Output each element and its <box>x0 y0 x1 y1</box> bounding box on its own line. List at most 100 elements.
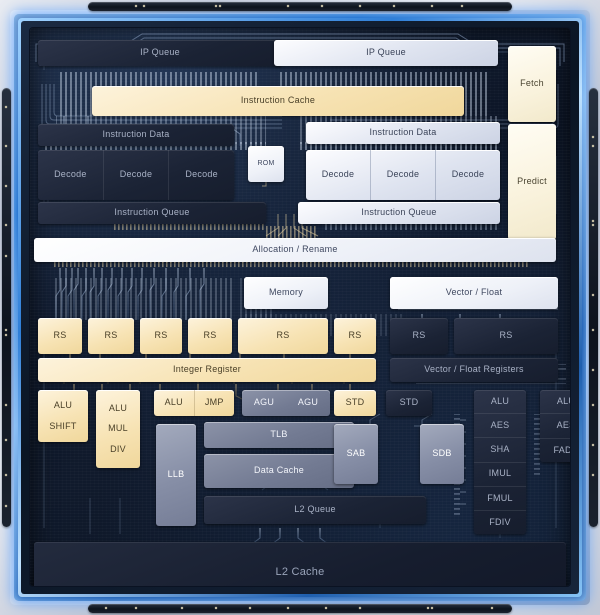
package-pin <box>5 254 7 257</box>
exec-unit-alu[interactable]: ALU <box>154 390 194 416</box>
instruction-data-right[interactable]: Instruction Data <box>306 122 500 144</box>
reservation-station-vec-0[interactable]: RS <box>390 318 448 354</box>
int-exec-port-2[interactable]: ALU JMP <box>154 390 234 416</box>
package-pin <box>592 136 594 139</box>
vec-unit-aes[interactable]: AES <box>540 413 570 437</box>
package-pin <box>393 5 396 7</box>
vector-exec-port-0[interactable]: ALU AES SHA IMUL FMUL FDIV <box>474 390 526 534</box>
vec-unit-aes[interactable]: AES <box>474 413 526 437</box>
package-pin <box>490 607 493 609</box>
exec-unit-shift[interactable]: SHIFT <box>49 421 76 432</box>
data-cache[interactable]: Data Cache <box>204 454 354 488</box>
package-pin <box>592 404 594 407</box>
memory-scheduler-header[interactable]: Memory <box>244 277 328 309</box>
decode-cluster-right[interactable]: Decode Decode Decode <box>306 150 500 200</box>
exec-unit-alu[interactable]: ALU <box>54 400 72 411</box>
package-pin <box>359 5 362 7</box>
microcode-rom[interactable]: ROM <box>248 146 284 182</box>
package-pin <box>325 607 328 609</box>
store-address-buffer[interactable]: SAB <box>334 424 378 484</box>
ip-queue-left[interactable]: IP Queue <box>38 40 282 66</box>
llb-buffer[interactable]: LLB <box>156 424 196 526</box>
reservation-station-int-0[interactable]: RS <box>38 318 82 354</box>
vec-unit-fadd[interactable]: FADD <box>540 437 570 462</box>
decode-unit[interactable]: Decode <box>102 150 169 200</box>
exec-unit-mul[interactable]: MUL <box>108 423 128 434</box>
decode-cluster-left[interactable]: Decode Decode Decode <box>38 150 234 200</box>
package-pin <box>143 5 146 7</box>
package-pin <box>359 607 362 609</box>
vec-unit-alu[interactable]: ALU <box>540 390 570 413</box>
package-pin <box>287 607 290 609</box>
reservation-station-int-1[interactable]: RS <box>88 318 134 354</box>
decode-unit[interactable]: Decode <box>435 150 500 200</box>
package-pin <box>592 329 594 332</box>
package-pin <box>5 404 7 407</box>
package-pin <box>431 607 434 609</box>
decode-unit[interactable]: Decode <box>38 150 103 200</box>
allocation-rename[interactable]: Allocation / Rename <box>34 238 556 262</box>
int-exec-port-1[interactable]: ALU MUL DIV <box>96 390 140 468</box>
ip-queue-right[interactable]: IP Queue <box>274 40 498 66</box>
vec-unit-alu[interactable]: ALU <box>474 390 526 413</box>
package-pin <box>249 607 252 609</box>
std-left[interactable]: STD <box>334 390 376 416</box>
pin-rail-left <box>2 88 11 527</box>
vector-float-scheduler-header[interactable]: Vector / Float <box>390 277 558 309</box>
exec-unit-div[interactable]: DIV <box>110 444 126 455</box>
package-pin <box>5 105 7 108</box>
instruction-queue-left[interactable]: Instruction Queue <box>38 202 266 224</box>
store-data-buffer[interactable]: SDB <box>420 424 464 484</box>
decode-unit[interactable]: Decode <box>370 150 435 200</box>
instruction-queue-right[interactable]: Instruction Queue <box>298 202 500 224</box>
reservation-station-mem-0[interactable]: RS <box>238 318 328 354</box>
package-pin <box>592 474 594 477</box>
l2-queue[interactable]: L2 Queue <box>204 496 426 524</box>
tlb-unit[interactable]: TLB <box>204 422 354 448</box>
package-pin <box>5 145 7 148</box>
vec-unit-sha[interactable]: SHA <box>474 437 526 461</box>
decode-unit[interactable]: Decode <box>168 150 234 200</box>
pin-rail-right <box>589 88 598 527</box>
vec-unit-fmul[interactable]: FMUL <box>474 485 526 510</box>
fetch-unit[interactable]: Fetch <box>508 46 556 122</box>
package-pin <box>592 443 594 446</box>
package-pin <box>5 184 7 187</box>
predict-unit[interactable]: Predict <box>508 124 556 240</box>
reservation-station-int-3[interactable]: RS <box>188 318 232 354</box>
package-pin <box>215 607 218 609</box>
std-right[interactable]: STD <box>386 390 432 416</box>
package-pin <box>134 607 137 609</box>
instruction-cache[interactable]: Instruction Cache <box>92 86 464 116</box>
package-pin <box>592 145 594 148</box>
package-pin <box>592 224 594 227</box>
cpu-die: IP Queue IP Queue Instruction Cache Inst… <box>30 28 570 586</box>
reservation-station-int-2[interactable]: RS <box>140 318 182 354</box>
instruction-data-left[interactable]: Instruction Data <box>38 124 234 146</box>
int-exec-port-0[interactable]: ALU SHIFT <box>38 390 88 442</box>
agu-cluster[interactable]: AGU AGU <box>242 390 330 416</box>
package-pin <box>5 329 7 332</box>
cpu-package: IP Queue IP Queue Instruction Cache Inst… <box>0 0 600 615</box>
decode-unit[interactable]: Decode <box>306 150 370 200</box>
integer-register-file[interactable]: Integer Register <box>38 358 376 382</box>
package-pin <box>592 294 594 297</box>
reservation-station-mem-1[interactable]: RS <box>334 318 376 354</box>
pin-rail-bottom <box>88 604 512 613</box>
vector-float-register-file[interactable]: Vector / Float Registers <box>390 358 558 382</box>
vec-unit-imul[interactable]: IMUL <box>474 461 526 486</box>
exec-unit-alu[interactable]: ALU <box>109 403 127 414</box>
exec-unit-jmp[interactable]: JMP <box>193 390 235 416</box>
l2-cache[interactable]: L2 Cache <box>34 542 566 586</box>
package-pin <box>134 5 137 7</box>
package-pin <box>5 224 7 227</box>
agu-unit-1[interactable]: AGU <box>286 390 330 416</box>
package-pin <box>427 607 430 609</box>
pin-rail-top <box>88 2 512 11</box>
vector-exec-port-1[interactable]: ALU AES FADD <box>540 390 570 462</box>
agu-unit-0[interactable]: AGU <box>242 390 286 416</box>
reservation-station-vec-1[interactable]: RS <box>454 318 558 354</box>
vec-unit-fdiv[interactable]: FDIV <box>474 509 526 534</box>
package-pin <box>219 5 222 7</box>
package-pin <box>592 219 594 222</box>
